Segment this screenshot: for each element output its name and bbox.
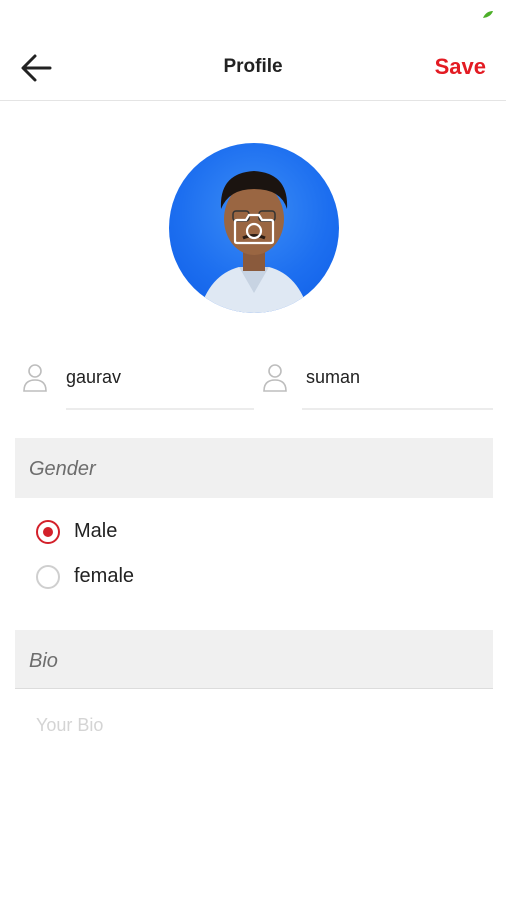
gender-header-label: Gender	[29, 458, 96, 480]
first-name-field[interactable]: gaurav	[22, 356, 254, 410]
camera-icon[interactable]	[233, 211, 275, 245]
radio-button-male[interactable]	[36, 520, 60, 544]
first-name-underline	[66, 408, 254, 410]
radio-button-female[interactable]	[36, 565, 60, 589]
radio-selected-dot	[43, 527, 53, 537]
gender-option-female[interactable]: female	[36, 563, 236, 599]
person-icon	[23, 364, 47, 392]
last-name-field[interactable]: suman	[262, 356, 493, 410]
gender-section-header: Gender	[15, 438, 493, 498]
profile-photo[interactable]	[169, 143, 339, 313]
bio-input[interactable]	[36, 710, 476, 740]
status-indicator-icon	[483, 11, 493, 18]
last-name-value: suman	[306, 367, 361, 387]
person-icon	[263, 364, 287, 392]
bio-section-header: Bio	[15, 630, 493, 689]
gender-option-male[interactable]: Male	[36, 518, 236, 554]
gender-option-label: female	[74, 565, 135, 587]
last-name-underline	[302, 408, 493, 410]
gender-option-label: Male	[74, 520, 118, 542]
app-bar: Profile Save	[0, 34, 506, 101]
save-button[interactable]: Save	[435, 54, 486, 80]
bio-header-label: Bio	[29, 650, 58, 672]
page-title: Profile	[223, 56, 283, 77]
status-bar	[0, 0, 506, 34]
first-name-value: gaurav	[66, 367, 122, 387]
